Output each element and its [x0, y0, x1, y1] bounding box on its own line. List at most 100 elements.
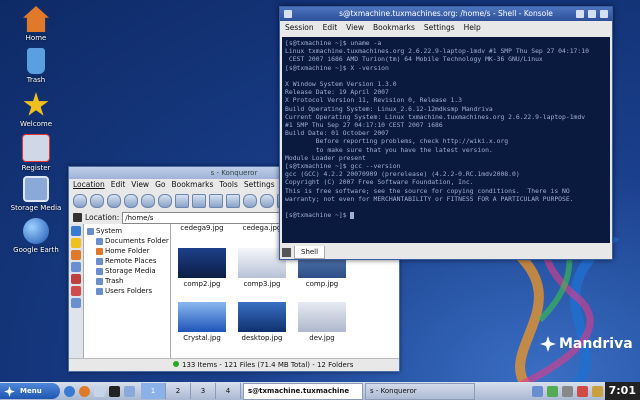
tree-item-remote-places[interactable]: Remote Places — [84, 256, 170, 266]
copy-icon[interactable] — [192, 194, 206, 208]
menu-help[interactable]: Help — [464, 21, 481, 35]
menu-bookmarks[interactable]: Bookmarks — [171, 179, 213, 191]
desktop-icon-google-earth[interactable]: Google Earth — [8, 218, 64, 254]
tree-item-trash[interactable]: Trash — [84, 276, 170, 286]
pager-desktop-1[interactable]: 1 — [141, 383, 166, 399]
trash-icon — [96, 277, 103, 285]
desktop-icon-label: Home — [25, 34, 47, 42]
sidebar-tab-history[interactable] — [71, 238, 81, 248]
konsole-title: s@txmachine.tuxmachines.org: /home/s - S… — [339, 9, 553, 18]
file-name: comp2.jpg — [183, 280, 221, 288]
zoom-out-icon[interactable] — [260, 194, 274, 208]
start-menu-button[interactable]: Menu — [0, 383, 60, 399]
update-tray-icon[interactable] — [576, 385, 588, 397]
desktop-icon-home[interactable]: Home — [8, 6, 64, 42]
menu-bookmarks[interactable]: Bookmarks — [373, 21, 415, 35]
menu-settings[interactable]: Settings — [244, 179, 275, 191]
system-tray: 7:01 — [530, 382, 640, 400]
reload-icon[interactable] — [141, 194, 155, 208]
tree-item-label: Documents Folder — [105, 237, 169, 245]
tab-shell[interactable]: Shell — [294, 245, 326, 259]
new-tab-icon[interactable] — [282, 247, 291, 257]
tree-item-label: Home Folder — [105, 247, 150, 255]
battery-tray-icon[interactable] — [546, 385, 558, 397]
stop-icon[interactable] — [158, 194, 172, 208]
pager-desktop-3[interactable]: 3 — [191, 383, 216, 399]
task-konqueror[interactable]: s - Konqueror — [365, 382, 475, 400]
terminal-launcher-icon[interactable] — [109, 385, 120, 397]
file-name: desktop.jpg — [241, 334, 283, 342]
file-item[interactable]: desktop.jpg — [233, 302, 291, 342]
menu-edit[interactable]: Edit — [323, 21, 338, 35]
mail-launcher-icon[interactable] — [94, 385, 105, 397]
desktop-icon-welcome[interactable]: Welcome — [8, 92, 64, 128]
menu-edit[interactable]: Edit — [111, 179, 126, 191]
zoom-in-icon[interactable] — [243, 194, 257, 208]
back-icon[interactable] — [73, 194, 87, 208]
task-konsole[interactable]: s@txmachine.tuxmachine — [243, 382, 363, 400]
tree-item-users-folders[interactable]: Users Folders — [84, 286, 170, 296]
pager-desktop-4[interactable]: 4 — [216, 383, 241, 399]
maximize-icon[interactable] — [588, 10, 596, 18]
file-item[interactable]: Crystal.jpg — [173, 302, 231, 342]
file-item[interactable]: comp2.jpg — [173, 248, 231, 288]
navigation-tree: System Documents Folder Home Folder Remo… — [84, 224, 171, 359]
desktop-icon-storage-media[interactable]: Storage Media — [8, 176, 64, 212]
desktop-icon-trash[interactable]: Trash — [8, 48, 64, 84]
sidebar-tab-services[interactable] — [71, 286, 81, 296]
network-tray-icon[interactable] — [531, 385, 543, 397]
up-icon[interactable] — [107, 194, 121, 208]
firefox-launcher-icon[interactable] — [79, 385, 90, 397]
forward-icon[interactable] — [90, 194, 104, 208]
desktop-icon-label: Register — [21, 164, 51, 172]
menu-location[interactable]: Location — [73, 179, 105, 191]
tree-item-storage-media[interactable]: Storage Media — [84, 266, 170, 276]
cut-icon[interactable] — [175, 194, 189, 208]
sidebar-tab-home[interactable] — [71, 250, 81, 260]
task-label: s - Konqueror — [370, 386, 417, 395]
close-icon[interactable] — [600, 10, 608, 18]
file-item[interactable]: dev.jpg — [293, 302, 351, 342]
sidebar-tabs — [69, 224, 84, 359]
konqueror-launcher-icon[interactable] — [64, 385, 75, 397]
start-menu-label: Menu — [20, 387, 42, 395]
konsole-menubar: Session Edit View Bookmarks Settings Hel… — [280, 21, 612, 35]
print-icon[interactable] — [226, 194, 240, 208]
minimize-icon[interactable] — [576, 10, 584, 18]
home-icon[interactable] — [124, 194, 138, 208]
file-item[interactable]: cedega9.jpg — [173, 224, 231, 232]
tree-item-home-folder[interactable]: Home Folder — [84, 246, 170, 256]
tree-item-label: Trash — [105, 277, 124, 285]
menu-settings[interactable]: Settings — [424, 21, 455, 35]
image-thumbnail — [178, 302, 226, 332]
clock[interactable]: 7:01 — [604, 382, 640, 400]
sidebar-tab-root[interactable] — [71, 274, 81, 284]
tree-item-system[interactable]: System — [84, 226, 170, 236]
menu-view[interactable]: View — [131, 179, 149, 191]
paste-icon[interactable] — [209, 194, 223, 208]
trash-icon — [27, 48, 45, 74]
show-desktop-icon[interactable] — [124, 385, 135, 397]
status-text: 133 Items - 121 Files (71.4 MB Total) - … — [182, 361, 354, 369]
desktop-icon-label: Google Earth — [13, 246, 59, 254]
tree-item-label: Storage Media — [105, 267, 156, 275]
location-label: Location: — [85, 213, 120, 222]
volume-tray-icon[interactable] — [561, 385, 573, 397]
tree-item-documents-folder[interactable]: Documents Folder — [84, 236, 170, 246]
terminal-output[interactable]: [s@txmachine ~]$ uname -a Linux txmachin… — [282, 37, 610, 243]
desktop-icon-register[interactable]: Register — [8, 134, 64, 172]
sidebar-tab-media[interactable] — [71, 298, 81, 308]
konsole-window[interactable]: s@txmachine.tuxmachines.org: /home/s - S… — [279, 6, 613, 260]
pager-desktop-2[interactable]: 2 — [166, 383, 191, 399]
sidebar-tab-network[interactable] — [71, 262, 81, 272]
menu-tools[interactable]: Tools — [219, 179, 237, 191]
menu-session[interactable]: Session — [285, 21, 314, 35]
desktop-icon-label: Trash — [26, 76, 46, 84]
clipboard-tray-icon[interactable] — [591, 385, 603, 397]
konsole-titlebar[interactable]: s@txmachine.tuxmachines.org: /home/s - S… — [280, 7, 612, 21]
menu-view[interactable]: View — [346, 21, 364, 35]
sidebar-tab-bookmarks[interactable] — [71, 226, 81, 236]
menu-go[interactable]: Go — [155, 179, 165, 191]
window-menu-icon[interactable] — [284, 10, 292, 18]
clear-location-icon[interactable] — [73, 213, 82, 222]
